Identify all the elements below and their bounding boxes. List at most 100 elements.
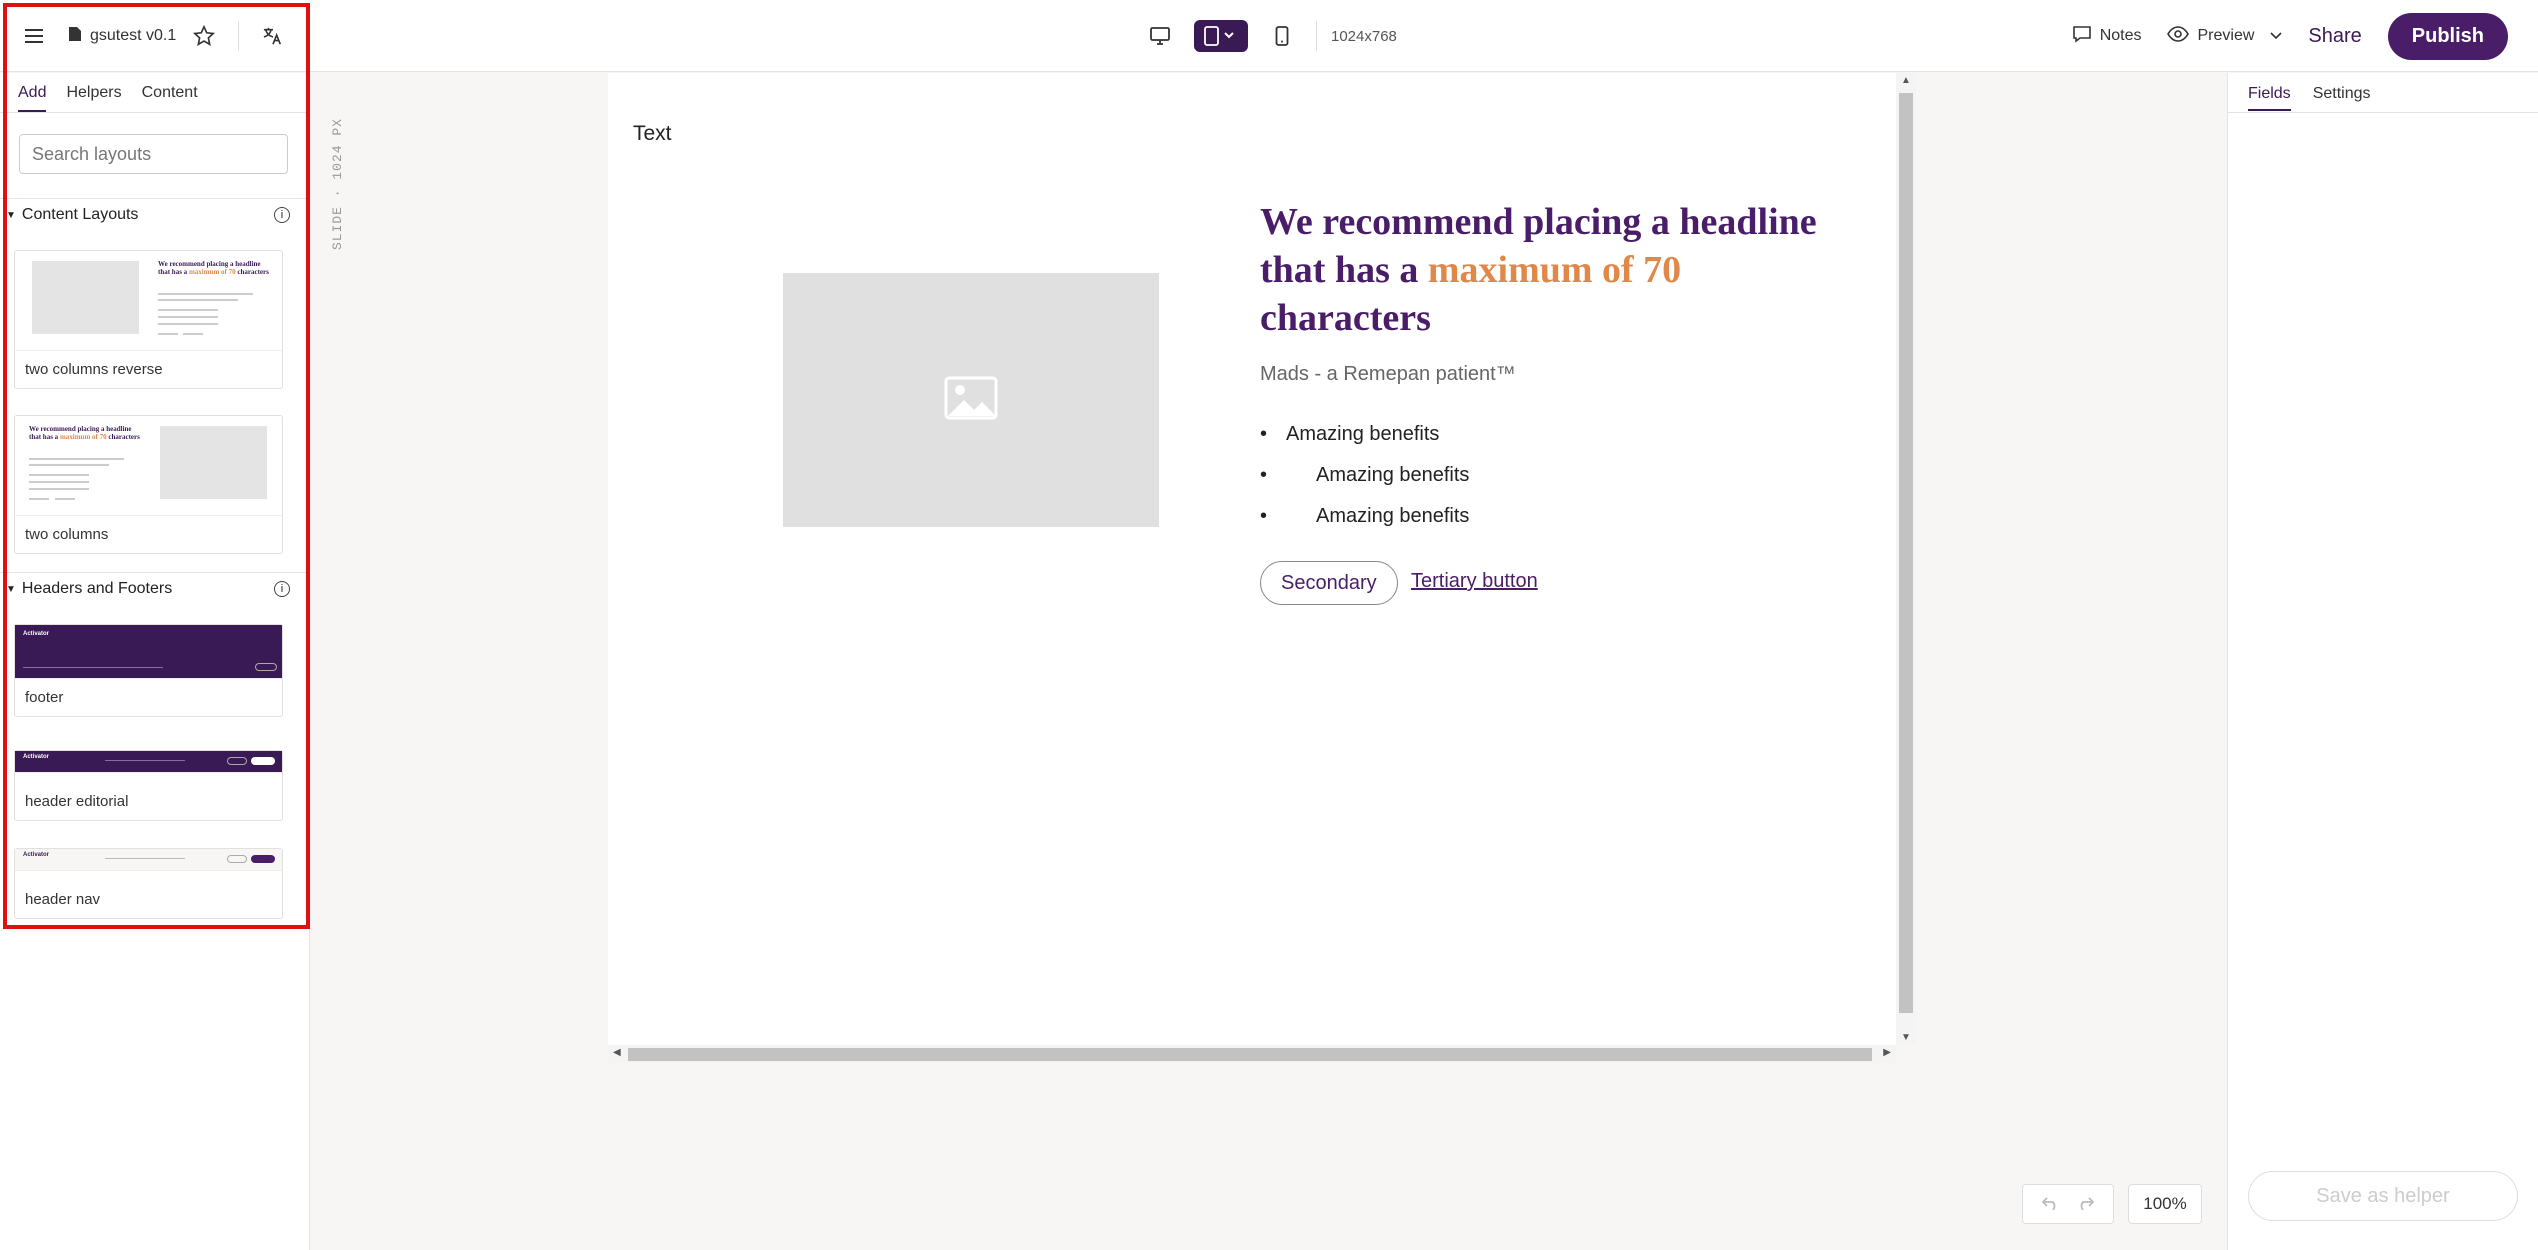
resolution-readout: 1024x768 [1331,27,1397,45]
star-icon[interactable] [186,18,222,54]
info-icon[interactable]: i [274,581,290,597]
scroll-down-icon[interactable]: ▼ [1901,1032,1911,1043]
slide-text-block[interactable]: Text [633,122,672,146]
document-name[interactable]: gsutest v0.1 [68,26,176,47]
tablet-device-button[interactable] [1194,20,1248,52]
thumbnail-brand: Activator [23,754,50,760]
thumbnail-button [251,757,275,765]
sidebar-tabs: Add Helpers Content [18,84,198,112]
thumbnail-line [183,333,203,335]
benefits-list: • Amazing benefits • Amazing benefits • Ama… [1260,423,1469,546]
undo-icon[interactable] [2041,1194,2061,1215]
right-panel-tabs: Fields Settings [2248,85,2371,111]
preview-label: Preview [2197,27,2255,44]
divider [238,21,240,51]
thumbnail-line [29,458,124,460]
section-header-headers-footers[interactable]: ▼ Headers and Footers i [6,580,290,598]
undo-redo-controls [2022,1184,2114,1224]
section-title: Headers and Footers [21,580,173,597]
thumbnail-button [227,757,247,765]
layout-card-two-columns[interactable]: We recommend placing a headline that has… [14,415,283,554]
thumbnail-button [255,663,277,671]
save-as-helper-button[interactable]: Save as helper [2248,1171,2518,1221]
thumbnail-line [23,667,163,668]
image-placeholder [160,426,267,499]
scrollbar-thumb[interactable] [1899,93,1913,1013]
scroll-left-icon[interactable]: ◀ [613,1047,621,1058]
image-icon [944,376,998,425]
layout-card-header-nav[interactable]: Activator header nav [14,848,283,919]
section-title: Content Layouts [21,206,139,223]
slide-headline[interactable]: We recommend placing a headline that has… [1260,198,1820,342]
thumbnail-line [55,498,75,500]
redo-icon[interactable] [2075,1194,2095,1215]
section-header-content-layouts[interactable]: ▼ Content Layouts i [6,206,290,224]
thumbnail-line [29,474,89,476]
thumbnail-brand: Activator [23,852,50,858]
tab-add[interactable]: Add [18,84,47,112]
layout-card-label: footer [25,689,64,706]
preview-button[interactable]: Preview [2167,25,2282,47]
thumbnail-line [29,488,89,490]
mobile-icon[interactable] [1262,20,1302,52]
layout-card-label: header editorial [25,793,129,810]
thumbnail-button [227,855,247,863]
layout-card-header-editorial[interactable]: Activator header editorial [14,750,283,821]
thumbnail-line [158,293,253,295]
tab-settings[interactable]: Settings [2313,85,2371,111]
menu-icon[interactable] [16,18,52,54]
divider [0,198,310,199]
slide-subtitle[interactable]: Mads - a Remepan patient™ [1260,363,1516,386]
image-placeholder [32,261,139,334]
scroll-up-icon[interactable]: ▲ [1901,75,1911,86]
image-placeholder[interactable] [783,273,1159,527]
desktop-icon[interactable] [1140,20,1180,52]
zoom-level[interactable]: 100% [2128,1184,2202,1224]
top-bar: gsutest v0.1 1024x768 Notes Preview Shar… [0,0,2538,72]
thumbnail-line [158,299,238,301]
layout-thumbnail: We recommend placing a headline that has… [15,416,282,516]
layout-thumbnail: Activator [15,751,282,773]
secondary-button[interactable]: Secondary [1260,561,1398,605]
list-item[interactable]: • Amazing benefits [1260,505,1469,546]
list-item[interactable]: • Amazing benefits [1260,464,1469,505]
divider [0,572,310,573]
slide-canvas[interactable]: Text We recommend placing a headline tha… [608,73,1896,1045]
layout-thumbnail: Activator [15,849,282,871]
layout-card-two-columns-reverse[interactable]: We recommend placing a headline that has… [14,250,283,389]
scrollbar-thumb[interactable] [628,1048,1872,1061]
thumbnail-line [29,481,89,483]
slide-width-label: SLIDE · 1024 PX [330,118,345,251]
horizontal-scrollbar[interactable]: ◀ ▶ [608,1045,1896,1063]
divider [2228,112,2538,113]
tab-helpers[interactable]: Helpers [66,84,121,112]
thumbnail-headline: We recommend placing a headline that has… [29,425,140,441]
divider [0,112,310,113]
list-item[interactable]: • Amazing benefits [1260,423,1469,464]
tertiary-button[interactable]: Tertiary button [1411,570,1538,593]
thumbnail-line [158,309,218,311]
thumbnail-line [158,333,178,335]
layout-card-footer[interactable]: Activator footer [14,624,283,717]
top-bar-right: Notes Preview Share Publish [2072,0,2508,72]
vertical-scrollbar[interactable]: ▲ ▼ [1896,73,1916,1045]
scroll-right-icon[interactable]: ▶ [1883,1047,1891,1058]
tab-content[interactable]: Content [142,84,198,112]
device-switcher: 1024x768 [1140,0,1397,72]
thumbnail-line [158,323,218,325]
caret-down-icon: ▼ [6,209,16,221]
publish-button[interactable]: Publish [2387,12,2508,60]
info-icon[interactable]: i [274,207,290,223]
search-layouts-input[interactable] [19,134,288,174]
thumbnail-line [105,858,185,859]
thumbnail-line [29,498,49,500]
thumbnail-headline: We recommend placing a headline that has… [158,260,269,276]
eye-icon [2167,25,2190,47]
top-bar-left: gsutest v0.1 [16,0,291,72]
notes-button[interactable]: Notes [2072,25,2141,48]
notes-icon [2072,25,2092,48]
translate-icon[interactable] [255,18,291,54]
caret-down-icon: ▼ [6,583,16,595]
tab-fields[interactable]: Fields [2248,85,2291,111]
share-button[interactable]: Share [2308,25,2361,48]
